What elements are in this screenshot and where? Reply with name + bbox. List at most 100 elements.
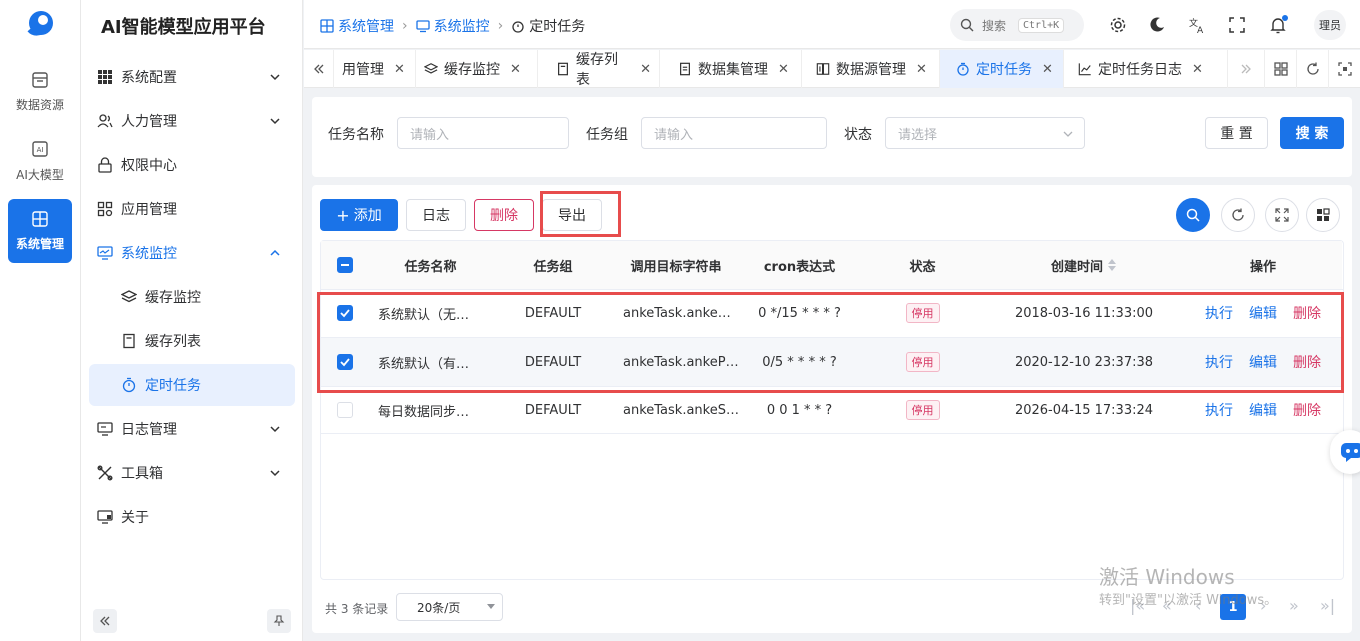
menu-item-label: 系统监控: [121, 246, 177, 262]
monitor-icon: [97, 245, 113, 261]
tab-scheduled-tasks[interactable]: 定时任务 ✕: [940, 50, 1064, 88]
assistant-bot-button[interactable]: [1330, 430, 1360, 474]
select-all-checkbox[interactable]: [337, 257, 353, 273]
search-button[interactable]: 搜 索: [1280, 117, 1344, 149]
refresh-button[interactable]: [1221, 198, 1255, 232]
log-button[interactable]: 日志: [406, 199, 466, 231]
tab-cache-list[interactable]: 缓存列表 ✕: [538, 50, 660, 88]
column-header: 调用目标字符串: [614, 241, 738, 289]
chevron-down-icon: [269, 115, 281, 127]
tabs-grid-icon[interactable]: [1264, 50, 1296, 88]
tabs-scroll-right[interactable]: [1228, 50, 1264, 88]
dark-mode-icon[interactable]: [1147, 15, 1167, 35]
tab-label: 数据集管理: [698, 62, 768, 78]
menu-item-label: 定时任务: [145, 378, 201, 394]
run-link[interactable]: 执行: [1205, 400, 1233, 420]
columns-button[interactable]: [1306, 198, 1340, 232]
menu-item-label: 缓存列表: [145, 334, 201, 350]
menu-item-monitor[interactable]: 系统监控: [89, 232, 295, 274]
breadcrumb-item[interactable]: 系统监控: [434, 16, 490, 36]
delete-link[interactable]: 删除: [1293, 400, 1321, 420]
column-header: 任务组: [492, 241, 614, 289]
tab-datasource-management[interactable]: 数据源管理 ✕: [802, 50, 940, 88]
toggle-search-button[interactable]: [1176, 198, 1210, 232]
pin-sidebar-button[interactable]: [267, 609, 291, 633]
close-icon[interactable]: ✕: [1042, 62, 1053, 77]
column-header: 状态: [861, 241, 984, 289]
close-icon[interactable]: ✕: [510, 62, 521, 77]
menu-item-label: 关于: [121, 510, 149, 526]
page-size-select[interactable]: 20条/页: [396, 593, 503, 621]
column-header: cron表达式: [738, 241, 861, 289]
list-icon: [556, 62, 570, 76]
global-search[interactable]: 搜索 Ctrl+K: [950, 9, 1084, 41]
tab-app-management[interactable]: 用管理 ✕: [334, 50, 416, 88]
status-select[interactable]: 请选择: [885, 117, 1085, 149]
tab-cache-monitor[interactable]: 缓存监控 ✕: [416, 50, 538, 88]
status-select-placeholder: 请选择: [898, 127, 938, 143]
menu-item-toolbox[interactable]: 工具箱: [89, 452, 295, 494]
close-icon[interactable]: ✕: [640, 62, 651, 77]
reset-button[interactable]: 重 置: [1205, 117, 1268, 149]
timer-icon: [956, 62, 970, 76]
tab-scheduled-task-log[interactable]: 定时任务日志 ✕: [1064, 50, 1228, 88]
timer-icon: [511, 19, 525, 33]
next-group-icon[interactable]: »: [1289, 596, 1299, 615]
rail-item-label: 系统管理: [15, 237, 64, 251]
menu-item-system-config[interactable]: 系统配置: [89, 56, 295, 98]
settings-icon[interactable]: [1108, 15, 1128, 35]
plus-icon: +: [336, 205, 350, 225]
sort-icon: [1108, 259, 1116, 271]
menu-item-about[interactable]: 关于: [89, 496, 295, 538]
close-icon[interactable]: ✕: [394, 62, 405, 77]
menu-item-logs[interactable]: 日志管理: [89, 408, 295, 450]
close-icon[interactable]: ✕: [916, 62, 927, 77]
menu-item-hr[interactable]: 人力管理: [89, 100, 295, 142]
menu-item-scheduled-tasks[interactable]: 定时任务: [89, 364, 295, 406]
columns-icon: [1317, 208, 1330, 221]
shortcut-badge: Ctrl+K: [1018, 17, 1065, 33]
status-badge[interactable]: 停用: [905, 400, 940, 420]
edit-link[interactable]: 编辑: [1249, 400, 1277, 420]
tab-label: 缓存监控: [444, 62, 500, 78]
close-icon[interactable]: ✕: [1192, 62, 1203, 77]
timer-icon: [121, 377, 137, 393]
rail-item-system[interactable]: 系统管理: [8, 199, 72, 263]
breadcrumb: 系统管理 › 系统监控 › 定时任务: [320, 16, 585, 36]
column-header-label: 创建时间: [1050, 259, 1103, 275]
task-group-input[interactable]: 请输入: [641, 117, 827, 149]
tab-dataset-management[interactable]: 数据集管理 ✕: [660, 50, 802, 88]
row-checkbox[interactable]: [337, 402, 353, 418]
table-row[interactable]: 每日数据同步… DEFAULT ankeTask.ankeS… 0 0 1 * …: [321, 386, 1343, 434]
activation-watermark-subtitle: 转到"设置"以激活 Windows。: [1099, 593, 1278, 608]
last-page-icon[interactable]: »|: [1320, 596, 1335, 615]
fullscreen-table-button[interactable]: [1265, 198, 1299, 232]
rail-item-data[interactable]: 数据资源: [8, 60, 72, 124]
target-cell: ankeTask.ankeS…: [623, 402, 739, 418]
notification-bell-icon[interactable]: [1268, 15, 1288, 35]
menu-item-permission[interactable]: 权限中心: [89, 144, 295, 186]
task-name-input[interactable]: 请输入: [397, 117, 569, 149]
fullscreen-icon[interactable]: [1227, 15, 1247, 35]
add-button[interactable]: + 添加: [320, 199, 398, 231]
chevron-down-icon: [269, 423, 281, 435]
chart-log-icon: [1078, 62, 1092, 76]
tabs-refresh-icon[interactable]: [1296, 50, 1328, 88]
menu-item-apps[interactable]: 应用管理: [89, 188, 295, 230]
system-icon: [30, 209, 50, 229]
created-time-header[interactable]: 创建时间: [984, 241, 1184, 289]
tabs-scroll-left[interactable]: [304, 50, 334, 88]
menu-item-cache-list[interactable]: 缓存列表: [89, 320, 295, 362]
menu-item-cache-monitor[interactable]: 缓存监控: [89, 276, 295, 318]
status-label: 状态: [844, 127, 872, 143]
tabs-maximize-icon[interactable]: [1328, 50, 1360, 88]
collapse-sidebar-button[interactable]: [93, 609, 117, 633]
app-rail: 数据资源 AI AI大模型 系统管理: [0, 0, 81, 641]
delete-button[interactable]: 删除: [474, 199, 534, 231]
close-icon[interactable]: ✕: [778, 62, 789, 77]
filter-panel: 任务名称 请输入 任务组 请输入 状态 请选择 重 置 搜 索: [312, 97, 1352, 177]
translate-icon[interactable]: 文A: [1187, 15, 1207, 35]
user-avatar[interactable]: 理员: [1314, 10, 1346, 40]
rail-item-ai[interactable]: AI AI大模型: [8, 130, 72, 194]
breadcrumb-item[interactable]: 系统管理: [338, 16, 394, 36]
